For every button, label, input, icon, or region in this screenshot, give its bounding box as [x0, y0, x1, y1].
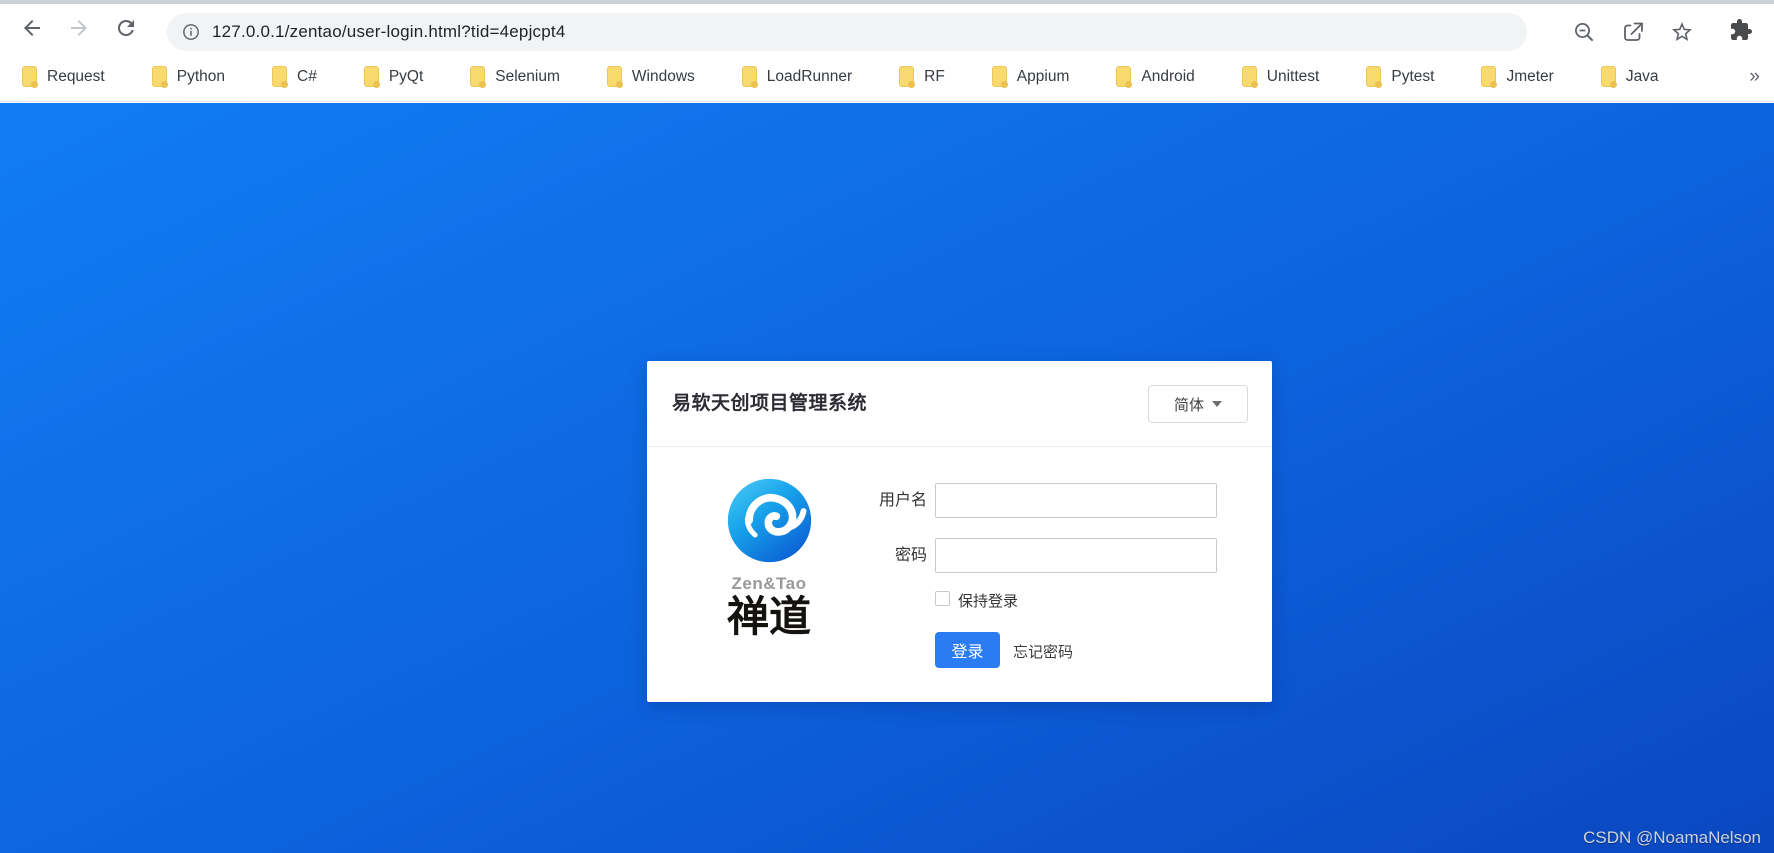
bookmark-folder-icon — [152, 66, 167, 87]
bookmark-item-request[interactable]: Request — [22, 66, 105, 87]
address-bar[interactable]: 127.0.0.1/zentao/user-login.html?tid=4ep… — [167, 13, 1527, 51]
language-selected-label: 简体 — [1174, 394, 1204, 415]
url-text[interactable]: 127.0.0.1/zentao/user-login.html?tid=4ep… — [212, 22, 565, 42]
forgot-password-link[interactable]: 忘记密码 — [1013, 641, 1073, 662]
bookmarks-bar: Request Python C# PyQt Selenium Windows … — [0, 52, 1774, 101]
bookmark-item-pyqt[interactable]: PyQt — [364, 66, 423, 87]
browser-chrome: 127.0.0.1/zentao/user-login.html?tid=4ep… — [0, 0, 1774, 102]
bookmark-star-icon[interactable] — [1670, 20, 1694, 44]
bookmarks-overflow-chevron[interactable]: » — [1749, 66, 1760, 88]
page-title: 易软天创项目管理系统 — [672, 361, 867, 447]
bookmark-item-unittest[interactable]: Unittest — [1242, 66, 1320, 87]
zentao-logo-icon — [727, 478, 812, 563]
login-button[interactable]: 登录 — [935, 632, 1000, 668]
bookmark-item-jmeter[interactable]: Jmeter — [1481, 66, 1553, 87]
bookmark-folder-icon — [992, 66, 1007, 87]
bookmark-item-loadrunner[interactable]: LoadRunner — [742, 66, 852, 87]
forward-icon[interactable] — [67, 16, 91, 40]
bookmark-item-selenium[interactable]: Selenium — [470, 66, 560, 87]
language-selector[interactable]: 简体 — [1148, 385, 1248, 423]
password-label: 密码 — [817, 538, 927, 573]
bookmark-folder-icon — [607, 66, 622, 87]
extensions-icon[interactable] — [1729, 18, 1753, 42]
login-card-header: 易软天创项目管理系统 简体 — [647, 361, 1272, 447]
logo-subtitle: Zen&Tao — [689, 574, 849, 594]
bookmark-item-rf[interactable]: RF — [899, 66, 945, 87]
back-icon[interactable] — [20, 16, 44, 40]
page-info-icon[interactable] — [181, 22, 201, 42]
bookmark-item-csharp[interactable]: C# — [272, 66, 317, 87]
page-background: 易软天创项目管理系统 简体 — [0, 103, 1774, 853]
reload-icon[interactable] — [114, 16, 138, 40]
keep-login-label[interactable]: 保持登录 — [958, 590, 1018, 611]
bookmark-folder-icon — [364, 66, 379, 87]
bookmark-folder-icon — [272, 66, 287, 87]
share-icon[interactable] — [1621, 20, 1645, 44]
bookmark-folder-icon — [1366, 66, 1381, 87]
username-field[interactable] — [935, 483, 1217, 518]
bookmark-folder-icon — [470, 66, 485, 87]
bookmark-folder-icon — [1116, 66, 1131, 87]
keep-login-checkbox[interactable] — [935, 591, 950, 606]
password-field[interactable] — [935, 538, 1217, 573]
zoom-out-icon[interactable] — [1572, 20, 1596, 44]
chevron-down-icon — [1212, 401, 1222, 407]
bookmark-item-pytest[interactable]: Pytest — [1366, 66, 1434, 87]
bookmark-folder-icon — [1481, 66, 1496, 87]
bookmark-item-appium[interactable]: Appium — [992, 66, 1070, 87]
csdn-watermark: CSDN @NoamaNelson — [1583, 828, 1761, 848]
bookmark-folder-icon — [742, 66, 757, 87]
username-label: 用户名 — [817, 483, 927, 518]
browser-toolbar: 127.0.0.1/zentao/user-login.html?tid=4ep… — [0, 4, 1774, 52]
bookmark-item-java[interactable]: Java — [1601, 66, 1659, 87]
login-card: 易软天创项目管理系统 简体 — [647, 361, 1272, 702]
bookmark-folder-icon — [1242, 66, 1257, 87]
bookmark-folder-icon — [22, 66, 37, 87]
browser-window: 127.0.0.1/zentao/user-login.html?tid=4ep… — [0, 0, 1774, 853]
logo-brand-calligraphy: 禅道 — [689, 595, 849, 639]
bookmark-folder-icon — [899, 66, 914, 87]
bookmark-item-windows[interactable]: Windows — [607, 66, 695, 87]
bookmark-item-python[interactable]: Python — [152, 66, 225, 87]
bookmark-folder-icon — [1601, 66, 1616, 87]
bookmark-item-android[interactable]: Android — [1116, 66, 1194, 87]
